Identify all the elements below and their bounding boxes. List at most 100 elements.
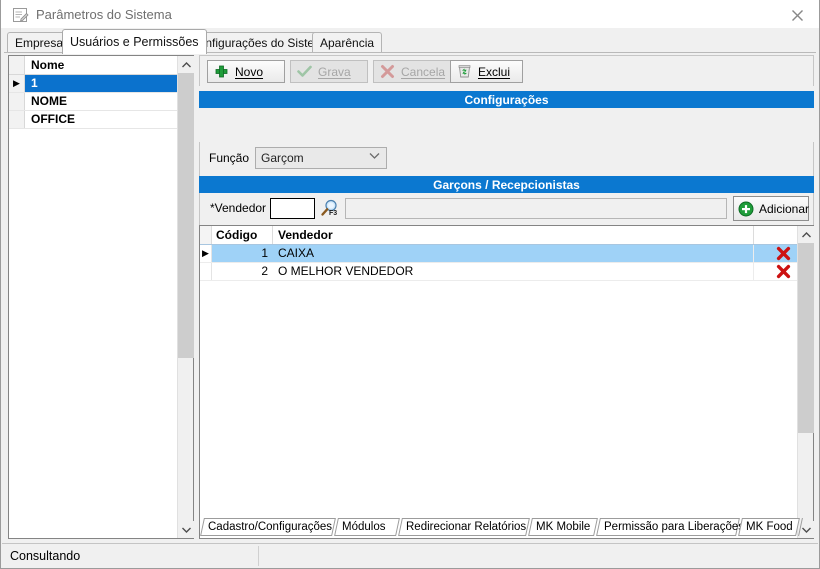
bottom-tab-mk-mobile[interactable]: MK Mobile <box>528 518 598 536</box>
bottom-tab-modulos[interactable]: Módulos <box>334 518 400 536</box>
column-divider <box>753 263 754 280</box>
row-indicator-icon <box>9 93 25 110</box>
cell-codigo: 2 <box>261 264 268 278</box>
main-tab-bar: Empresa Usuários e Permissões Configuraç… <box>1 28 819 54</box>
title-bar: Parâmetros do Sistema <box>1 0 819 31</box>
check-icon <box>296 64 312 80</box>
scroll-thumb[interactable] <box>798 243 814 433</box>
tab-label: MK Food <box>746 521 793 533</box>
bottom-tab-permissao-para-liberacoes[interactable]: Permissão para Liberações <box>596 518 744 536</box>
bottom-tab-bar: Cadastro/Configurações Módulos Redirecio… <box>196 518 816 539</box>
exclui-button-label: Exclui <box>478 64 511 79</box>
recycle-bin-icon <box>456 64 472 80</box>
tab-aparencia[interactable]: Aparência <box>312 32 383 53</box>
content-area: Nome ▶ 1 NOME OFFICE Novo Grava Cancela … <box>4 52 816 541</box>
tab-label: Configurações do Sistema <box>190 36 331 50</box>
bottom-tab-redirecionar-relatorios[interactable]: Redirecionar Relatórios <box>398 518 530 536</box>
plus-circle-icon <box>738 200 754 217</box>
cross-red-icon <box>379 64 395 80</box>
names-grid-panel: Nome ▶ 1 NOME OFFICE <box>8 55 194 539</box>
window-title: Parâmetros do Sistema <box>36 7 172 22</box>
names-grid-scrollbar[interactable] <box>177 56 194 538</box>
plus-green-icon <box>213 64 229 80</box>
bottom-tab-cadastro-configuracoes[interactable]: Cadastro/Configurações <box>200 518 336 536</box>
vendedor-code-input[interactable] <box>270 198 315 219</box>
scroll-up-icon[interactable] <box>798 226 814 243</box>
table-row[interactable]: 2 O MELHOR VENDEDOR <box>200 263 797 281</box>
grava-button-label: Grava <box>318 64 351 79</box>
list-item[interactable]: OFFICE <box>9 111 179 129</box>
close-icon[interactable] <box>781 4 813 27</box>
row-indicator-gutter <box>9 56 25 74</box>
column-divider <box>753 245 754 262</box>
svg-text:F3: F3 <box>329 210 337 217</box>
tab-label: MK Mobile <box>536 521 591 533</box>
scroll-down-icon[interactable] <box>178 521 194 538</box>
column-divider <box>753 226 754 244</box>
section-header-garcons: Garçons / Recepcionistas <box>199 176 814 193</box>
vendedor-form-row: *Vendedor F3 Adicionar <box>199 193 814 225</box>
parametros-do-sistema-window: Parâmetros do Sistema Empresa Usuários e… <box>0 0 820 569</box>
bottom-tab-mk-food[interactable]: MK Food <box>738 518 800 536</box>
cell-vendedor: CAIXA <box>278 246 315 260</box>
search-f3-icon[interactable]: F3 <box>320 198 340 219</box>
names-grid-header: Nome <box>9 56 179 75</box>
exclui-button[interactable]: Exclui <box>450 60 523 83</box>
novo-button[interactable]: Novo <box>207 60 285 83</box>
list-item[interactable]: NOME <box>9 93 179 111</box>
adicionar-button[interactable]: Adicionar <box>733 196 809 221</box>
chevron-down-icon <box>369 152 380 163</box>
column-header-codigo: Código <box>216 228 258 242</box>
row-indicator-gutter <box>200 226 212 244</box>
row-indicator-icon <box>9 111 25 128</box>
row-indicator-icon: ▶ <box>9 75 25 92</box>
column-header-nome: Nome <box>31 58 65 72</box>
funcao-select[interactable]: Garçom <box>255 147 387 169</box>
vendor-grid: Código Vendedor ▶ 1 CAIXA 2 O MELHOR VEN… <box>199 225 814 539</box>
tab-label: Empresa <box>15 36 64 50</box>
cancela-button[interactable]: Cancela <box>373 60 455 83</box>
tab-usuarios-e-permissoes[interactable]: Usuários e Permissões <box>62 29 207 54</box>
form-edit-icon <box>12 7 29 24</box>
cell-vendedor: O MELHOR VENDEDOR <box>278 264 414 278</box>
vendedor-name-input[interactable] <box>345 198 727 219</box>
scroll-up-icon[interactable] <box>178 56 194 73</box>
vendedor-label: *Vendedor <box>210 201 267 215</box>
status-divider <box>258 546 259 566</box>
cancela-button-label: Cancela <box>401 64 446 79</box>
vendor-grid-header: Código Vendedor <box>200 226 797 245</box>
list-item-label: NOME <box>31 94 67 108</box>
tab-label: Aparência <box>320 36 375 50</box>
record-toolbar: Novo Grava Cancela Exclui <box>199 55 814 86</box>
vendor-grid-scrollbar[interactable] <box>797 226 814 538</box>
details-panel: Novo Grava Cancela Exclui Configurações … <box>199 55 814 539</box>
tab-label: Módulos <box>342 521 386 533</box>
delete-row-icon[interactable] <box>773 245 793 262</box>
tab-label: Redirecionar Relatórios <box>406 521 527 533</box>
section-header-label: Garçons / Recepcionistas <box>433 177 580 192</box>
funcao-label: Função <box>209 151 250 165</box>
table-row[interactable]: ▶ 1 CAIXA <box>200 245 797 263</box>
tab-label: Permissão para Liberações <box>604 521 744 533</box>
row-indicator-icon: ▶ <box>200 245 212 262</box>
list-item-label: 1 <box>31 76 38 90</box>
novo-button-label: Novo <box>235 64 264 79</box>
tab-label: Cadastro/Configurações <box>208 521 333 533</box>
column-divider <box>272 226 273 244</box>
cell-codigo: 1 <box>261 246 268 260</box>
configuracoes-panel: Função Garçom <box>199 142 814 176</box>
section-header-configuracoes: Configurações <box>199 91 814 108</box>
delete-row-icon[interactable] <box>773 263 793 280</box>
status-text: Consultando <box>10 549 81 563</box>
tab-label: Usuários e Permissões <box>70 35 199 49</box>
funcao-select-value: Garçom <box>261 151 304 165</box>
list-item-label: OFFICE <box>31 112 75 126</box>
section-header-label: Configurações <box>464 92 549 107</box>
scroll-thumb[interactable] <box>178 73 194 358</box>
list-item[interactable]: ▶ 1 <box>9 75 179 93</box>
tab-strip-tail <box>798 518 811 536</box>
adicionar-button-label: Adicionar <box>759 201 810 216</box>
row-indicator-icon <box>200 263 212 280</box>
grava-button[interactable]: Grava <box>290 60 368 83</box>
status-bar: Consultando <box>2 543 818 567</box>
